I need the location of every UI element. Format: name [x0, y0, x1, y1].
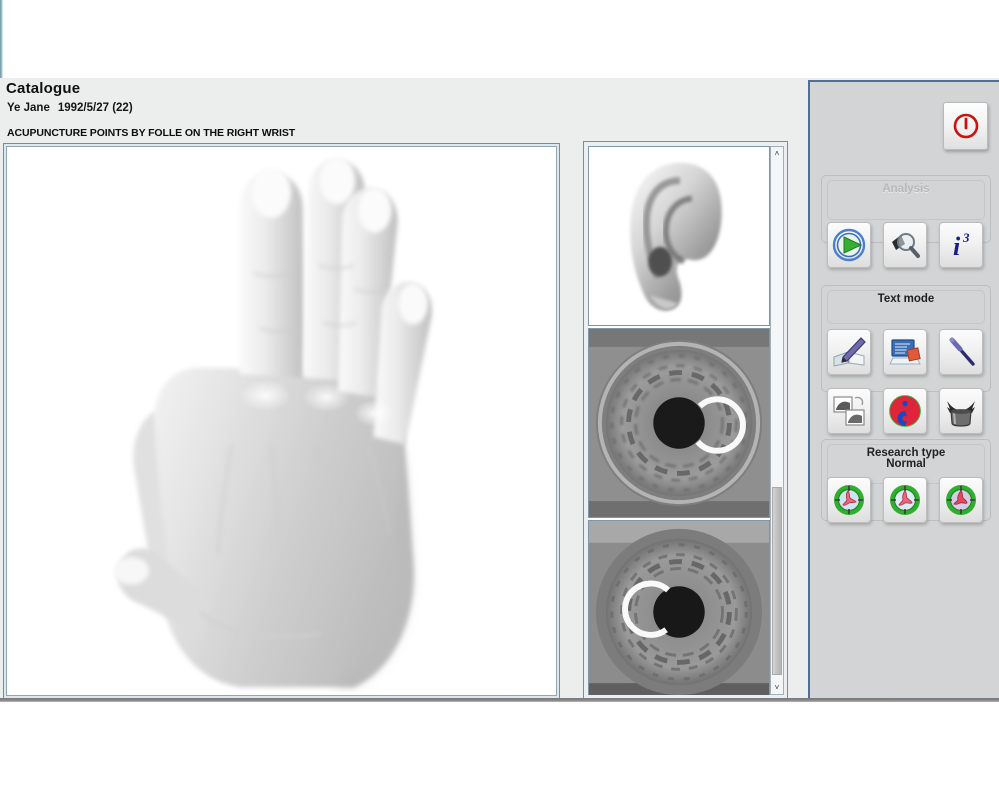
- text-mode-button-row-2: [810, 388, 999, 434]
- run-analysis-button[interactable]: [826, 222, 871, 268]
- application-window: Catalogue Ye Jane 1992/5/27 (22) ACUPUNCT…: [0, 0, 999, 805]
- research-type-1-button[interactable]: [826, 477, 871, 523]
- left-edge-rail: [0, 0, 3, 80]
- images-button[interactable]: [826, 388, 871, 434]
- scroll-up-button[interactable]: ˄: [771, 147, 783, 160]
- yin-yang-icon: [888, 395, 921, 427]
- scroll-down-button[interactable]: ˅: [771, 681, 783, 694]
- section-subtitle: ACUPUNCTURE POINTS BY FOLLE ON THE RIGHT…: [7, 127, 296, 139]
- research-type-button-row: [810, 477, 999, 523]
- text-mode-group-label: Text mode: [877, 293, 935, 305]
- analysis-group-label: Analysis: [882, 183, 930, 195]
- list-item[interactable]: [588, 520, 770, 695]
- power-icon: [953, 113, 978, 139]
- anatomy-dial-violet-icon: [945, 485, 976, 515]
- iris-thumbnail-image-1: [589, 329, 769, 517]
- research-type-group-label: Research type: [866, 447, 946, 459]
- text-mode-button-row-1: [810, 329, 999, 375]
- text-mode-group-header: Text mode: [827, 290, 985, 324]
- window-bottom-edge: [0, 698, 999, 702]
- i-cubed-icon: i 3: [953, 230, 970, 261]
- research-type-2-button[interactable]: [882, 477, 927, 523]
- photo-stack-icon: [832, 396, 865, 426]
- tool-sidebar: Analysis i 3 Text mode Research type Nor…: [808, 80, 999, 698]
- green-play-icon: [832, 228, 865, 262]
- research-type-3-button[interactable]: [938, 477, 983, 523]
- page-title: Catalogue: [6, 80, 81, 97]
- patient-info: Ye Jane 1992/5/27 (22): [7, 102, 133, 114]
- report-button[interactable]: [882, 329, 927, 375]
- needle-button[interactable]: [938, 329, 983, 375]
- notes-button[interactable]: [826, 329, 871, 375]
- iris-thumbnail-image-2: [589, 521, 769, 695]
- ear-thumbnail-image: [589, 147, 769, 325]
- analysis-group-header: Analysis: [827, 180, 985, 220]
- book-and-pen-icon: [833, 337, 866, 367]
- analysis-button-row: i 3: [810, 222, 999, 268]
- yin-yang-button[interactable]: [882, 388, 927, 434]
- thumbnail-list: [588, 146, 770, 695]
- svg-text:3: 3: [962, 230, 970, 245]
- main-image-panel[interactable]: [3, 143, 560, 699]
- research-type-value: Normal: [886, 458, 926, 470]
- info-button[interactable]: i 3: [938, 222, 983, 268]
- right-hand-dorsum-image: [7, 148, 556, 694]
- thumbnail-scrollbar[interactable]: ˄ ˅: [770, 146, 784, 695]
- anatomy-dial-blue-icon: [833, 485, 864, 515]
- acupuncture-needle-icon: [949, 337, 975, 366]
- magnifier-icon: [891, 233, 920, 258]
- list-item[interactable]: [588, 146, 770, 326]
- thumbnail-panel: ˄ ˅: [583, 141, 788, 700]
- main-image-viewport[interactable]: [6, 146, 557, 696]
- svg-text:i: i: [953, 232, 961, 261]
- scrollbar-thumb[interactable]: [772, 487, 782, 675]
- magnifier-button[interactable]: [882, 222, 927, 268]
- cupping-button[interactable]: [938, 388, 983, 434]
- anatomy-dial-lightblue-icon: [889, 485, 920, 515]
- patient-dob: 1992/5/27 (22): [57, 102, 133, 114]
- cupping-jar-icon: [946, 401, 975, 427]
- power-off-button[interactable]: [943, 102, 988, 150]
- screen-and-cards-icon: [888, 339, 921, 365]
- list-item[interactable]: [588, 328, 770, 518]
- patient-name: Ye Jane: [7, 102, 50, 114]
